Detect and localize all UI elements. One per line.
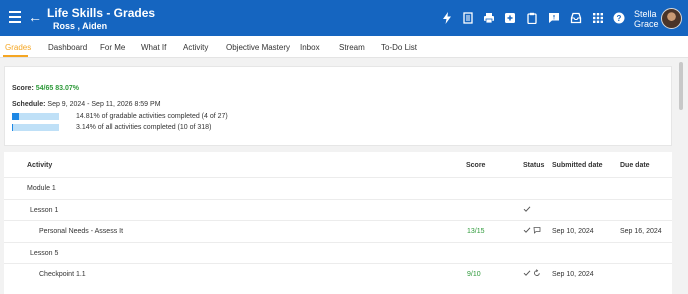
score-cell: 13/15 bbox=[467, 228, 485, 235]
apps-grid-icon[interactable] bbox=[592, 12, 604, 24]
score-value: 54/65 83.07% bbox=[35, 85, 79, 92]
table-row[interactable]: Personal Needs - Assess It 13/15 Sep 10,… bbox=[4, 220, 672, 241]
column-header-activity[interactable]: Activity bbox=[27, 161, 52, 170]
table-row-lesson[interactable]: Lesson 5 bbox=[4, 242, 672, 263]
activity-name: Module 1 bbox=[27, 185, 56, 192]
avatar[interactable] bbox=[661, 8, 682, 29]
activity-link[interactable]: Personal Needs - Assess It bbox=[39, 227, 123, 236]
gradable-progress-fill bbox=[12, 113, 19, 120]
score-cell: 9/10 bbox=[467, 271, 481, 278]
schedule-value: Sep 9, 2024 - Sep 11, 2026 8:59 PM bbox=[47, 101, 161, 108]
comment-icon[interactable] bbox=[533, 226, 541, 234]
table-row[interactable]: Checkpoint 1.1 9/10 Sep 10, 2024 bbox=[4, 263, 672, 284]
add-icon[interactable] bbox=[504, 12, 516, 24]
due-date: Sep 16, 2024 bbox=[620, 228, 662, 235]
all-activities-progress-text: 3.14% of all activities completed (10 of… bbox=[76, 124, 212, 131]
tab-objective-mastery[interactable]: Objective Mastery bbox=[226, 43, 290, 53]
column-header-status[interactable]: Status bbox=[523, 161, 544, 170]
column-header-score[interactable]: Score bbox=[466, 161, 485, 170]
tab-for-me[interactable]: For Me bbox=[100, 43, 125, 53]
gradable-progress-text: 14.81% of gradable activities completed … bbox=[76, 113, 228, 120]
lightning-icon[interactable] bbox=[441, 12, 453, 24]
table-row-lesson[interactable]: Lesson 1 bbox=[4, 199, 672, 220]
page-title: Life Skills - Grades bbox=[47, 6, 156, 20]
status-icons bbox=[523, 269, 541, 277]
all-activities-progress-fill bbox=[12, 124, 14, 131]
print-icon[interactable] bbox=[483, 12, 495, 24]
scrollbar[interactable] bbox=[679, 62, 683, 110]
tab-stream[interactable]: Stream bbox=[339, 43, 365, 53]
status-icons bbox=[523, 226, 541, 234]
submitted-date: Sep 10, 2024 bbox=[552, 271, 594, 278]
tab-bar: Grades Dashboard For Me What If Activity… bbox=[0, 36, 688, 58]
message-icon[interactable] bbox=[548, 12, 560, 24]
activity-link[interactable]: Checkpoint 1.1 bbox=[39, 270, 86, 279]
hamburger-menu-icon[interactable] bbox=[9, 11, 21, 25]
user-name[interactable]: Stella Grace bbox=[634, 9, 659, 29]
check-icon bbox=[523, 206, 531, 212]
active-tab-indicator bbox=[3, 55, 28, 57]
activity-name: Lesson 1 bbox=[30, 207, 59, 214]
retry-icon[interactable] bbox=[533, 269, 541, 277]
help-icon[interactable]: ? bbox=[613, 12, 625, 24]
inbox-icon[interactable] bbox=[570, 12, 582, 24]
table-row-module[interactable]: Module 1 bbox=[4, 177, 672, 198]
gradable-progress-bar bbox=[12, 113, 59, 120]
document-icon[interactable] bbox=[462, 12, 474, 24]
app-bar: ← Life Skills - Grades Ross , Aiden ? St… bbox=[0, 0, 688, 36]
tab-activity[interactable]: Activity bbox=[183, 43, 208, 53]
tab-to-do-list[interactable]: To-Do List bbox=[381, 43, 417, 53]
score-line: Score: 54/65 83.07% bbox=[12, 85, 79, 92]
submitted-date: Sep 10, 2024 bbox=[552, 228, 594, 235]
clipboard-icon[interactable] bbox=[526, 12, 538, 24]
tab-grades[interactable]: Grades bbox=[5, 43, 31, 53]
back-arrow-icon[interactable]: ← bbox=[28, 9, 42, 25]
check-icon bbox=[523, 227, 531, 233]
tab-dashboard[interactable]: Dashboard bbox=[48, 43, 87, 53]
grade-summary-card: Score: 54/65 83.07% Schedule: Sep 9, 202… bbox=[4, 66, 672, 146]
column-header-due-date[interactable]: Due date bbox=[620, 161, 650, 170]
schedule-line: Schedule: Sep 9, 2024 - Sep 11, 2026 8:5… bbox=[12, 101, 161, 108]
svg-text:?: ? bbox=[617, 14, 622, 23]
student-name: Ross , Aiden bbox=[53, 21, 108, 31]
all-activities-progress-bar bbox=[12, 124, 59, 131]
activities-table: Activity Score Status Submitted date Due… bbox=[4, 152, 672, 294]
tab-what-if[interactable]: What If bbox=[141, 43, 166, 53]
activity-name: Lesson 5 bbox=[30, 250, 59, 257]
tab-inbox[interactable]: Inbox bbox=[300, 43, 320, 53]
status-icons bbox=[523, 205, 531, 213]
column-header-submitted-date[interactable]: Submitted date bbox=[552, 161, 603, 170]
check-icon bbox=[523, 270, 531, 276]
